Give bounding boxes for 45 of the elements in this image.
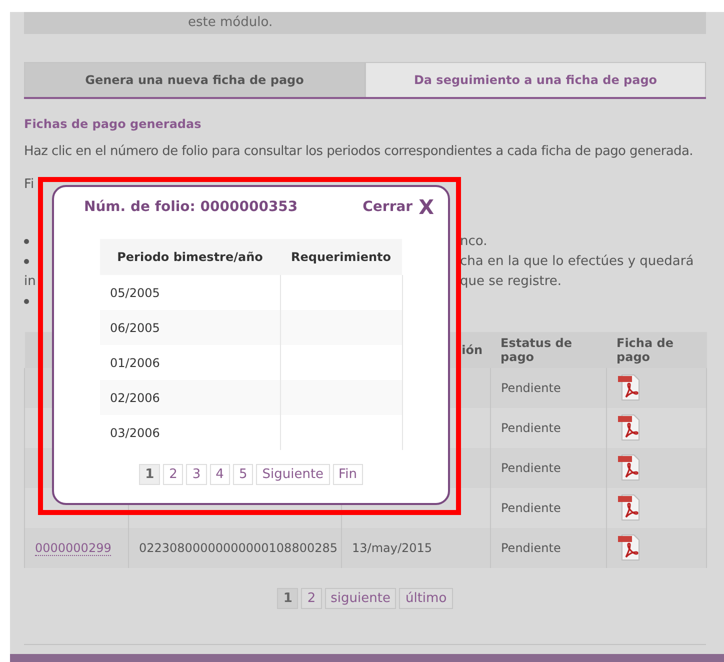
column-header: Periodo bimestre/año <box>117 250 263 264</box>
note-text: cha en la que lo efectúes y quedará <box>460 254 694 268</box>
column-header: Ficha de pago <box>616 336 674 364</box>
page-button[interactable]: 2 <box>301 588 322 609</box>
period-cell: 05/2005 <box>110 286 160 300</box>
pdf-file-icon[interactable] <box>617 452 641 480</box>
page-button[interactable]: 5 <box>232 464 254 485</box>
note-text: nco. <box>460 234 488 248</box>
tab[interactable]: Genera una nueva ficha de pago <box>24 62 365 97</box>
page-button[interactable]: Siguiente <box>256 464 330 485</box>
page-button[interactable]: 3 <box>186 464 207 485</box>
status-cell: Pendiente <box>501 541 561 555</box>
period-cell: 03/2006 <box>110 426 160 440</box>
column-header: Estatus de pago <box>500 336 572 364</box>
page-button[interactable]: 1 <box>139 464 160 485</box>
status-cell: Pendiente <box>501 381 561 395</box>
close-button[interactable]: Cerrar X <box>362 195 434 219</box>
note-text: in <box>24 274 36 288</box>
note-text: que se registre. <box>460 274 562 288</box>
page-button[interactable]: 4 <box>210 464 230 485</box>
page-button[interactable]: Fin <box>332 464 363 485</box>
period-cell: 01/2006 <box>110 356 160 370</box>
page-button[interactable]: último <box>399 588 453 609</box>
page-button[interactable]: 2 <box>163 464 184 485</box>
dialog-title: Núm. de folio: 0000000353 <box>84 199 298 215</box>
column-header: ión <box>462 343 482 357</box>
pdf-file-icon[interactable] <box>617 492 641 520</box>
notice-text: este módulo. <box>188 15 273 31</box>
status-cell: Pendiente <box>501 501 561 515</box>
tab[interactable]: Da seguimiento a una ficha de pago <box>365 62 706 97</box>
section-description: Haz clic en el número de folio para consultar los periodos correspondientes a cada ficha de pago generada. <box>24 143 693 161</box>
filter-label: Fi <box>24 177 34 192</box>
status-cell: Pendiente <box>501 421 561 435</box>
period-cell: 06/2005 <box>110 320 160 334</box>
page-button[interactable]: 1 <box>277 588 298 609</box>
period-cell: 02/2006 <box>110 390 160 404</box>
status-cell: Pendiente <box>501 461 561 475</box>
section-title: Fichas de pago generadas <box>24 116 202 132</box>
pdf-file-icon[interactable] <box>617 372 641 400</box>
reference-cell: 02230800000000000108800285 <box>139 541 338 555</box>
column-header: Requerimiento <box>291 250 391 264</box>
date-cell: 13/may/2015 <box>352 541 432 555</box>
pdf-file-icon[interactable] <box>617 532 641 560</box>
pdf-file-icon[interactable] <box>617 412 641 440</box>
page-button[interactable]: siguiente <box>324 588 396 609</box>
